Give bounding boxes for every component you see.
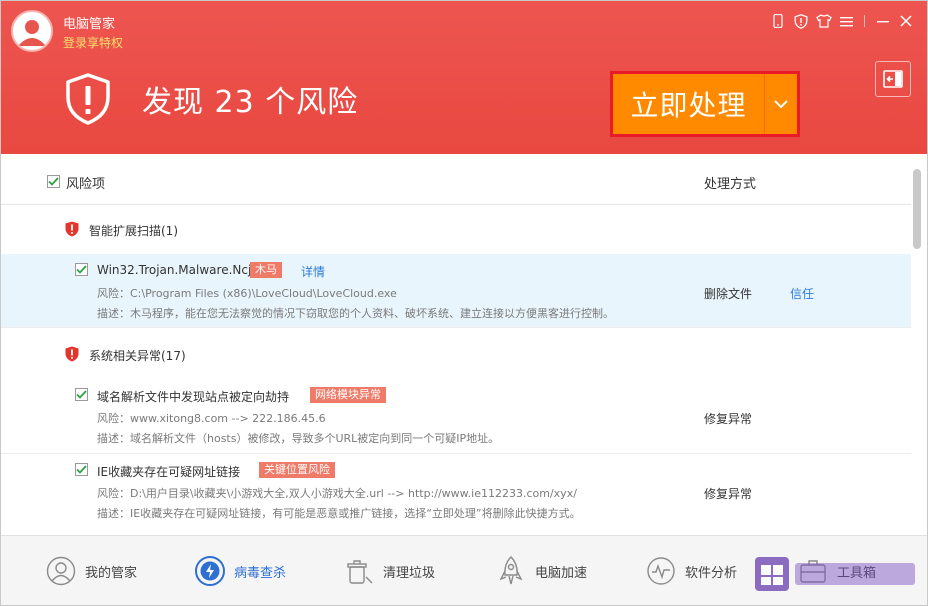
action-delete-file[interactable]: 删除文件 — [704, 285, 752, 302]
app-window: 电脑管家 登录享特权 — [0, 0, 928, 606]
nav-cleanup[interactable]: 清理垃圾 — [343, 553, 435, 589]
nav-label: 病毒查杀 — [234, 562, 286, 581]
close-icon[interactable] — [894, 11, 917, 31]
action-fix-anomaly[interactable]: 修复异常 — [704, 485, 752, 502]
phone-icon[interactable] — [766, 11, 789, 31]
minimize-icon[interactable] — [871, 11, 894, 31]
nav-my-manager[interactable]: 我的管家 — [45, 553, 137, 589]
details-link[interactable]: 详情 — [301, 263, 325, 280]
item-checkbox[interactable] — [75, 388, 88, 401]
risk-tag: 木马 — [250, 262, 282, 278]
nav-virus-scan[interactable]: 病毒查杀 — [194, 553, 286, 589]
skin-icon[interactable] — [812, 11, 835, 31]
nav-label: 电脑加速 — [535, 562, 587, 581]
title-separator — [864, 15, 865, 27]
list-header: 风险项 处理方式 — [1, 154, 911, 205]
shield-icon[interactable] — [789, 11, 812, 31]
toolbox-icon — [797, 555, 829, 587]
process-now-button[interactable]: 立即处理 — [610, 71, 800, 137]
analysis-icon — [645, 555, 677, 587]
cleanup-icon — [343, 555, 375, 587]
avatar[interactable] — [11, 10, 53, 52]
risk-tag: 关键位置风险 — [259, 462, 335, 478]
item-name: IE收藏夹存在可疑网址链接 — [97, 463, 240, 480]
item-description: 描述：木马程序，能在您无法察觉的情况下窃取您的个人资料、破坏系统、建立连接以方便… — [97, 305, 614, 321]
nav-speedup[interactable]: 电脑加速 — [495, 553, 587, 589]
nav-software-analysis[interactable]: 软件分析 — [645, 553, 737, 589]
exit-panel-icon[interactable] — [875, 61, 911, 97]
nav-label: 软件分析 — [685, 562, 737, 581]
user-icon — [45, 555, 77, 587]
warning-shield-icon — [65, 73, 111, 125]
nav-label: 清理垃圾 — [383, 562, 435, 581]
action-fix-anomaly[interactable]: 修复异常 — [704, 410, 752, 427]
list-item-ie-favorites[interactable]: IE收藏夹存在可疑网址链接 关键位置风险 风险：D:\用户目录\收藏夹\小游戏大… — [1, 454, 911, 529]
chevron-down-icon[interactable] — [765, 74, 797, 134]
item-name: 域名解析文件中发现站点被定向劫持 — [97, 388, 289, 405]
item-risk-path: 风险：D:\用户目录\收藏夹\小游戏大全,双人小游戏大全.url --> htt… — [97, 485, 577, 501]
login-link[interactable]: 登录享特权 — [63, 34, 123, 51]
risk-shield-icon — [65, 346, 79, 362]
item-risk-path: 风险：www.xitong8.com --> 222.186.45.6 — [97, 410, 326, 426]
process-now-label[interactable]: 立即处理 — [613, 74, 764, 134]
list-item-hosts-hijack[interactable]: 域名解析文件中发现站点被定向劫持 网络模块异常 风险：www.xitong8.c… — [1, 379, 911, 454]
nav-label: 工具箱 — [837, 562, 876, 581]
group-title-system-anomaly: 系统相关异常(17) — [89, 347, 186, 364]
group-title-extension-scan: 智能扩展扫描(1) — [89, 222, 178, 239]
item-description: 描述：IE收藏夹存在可疑网址链接，有可能是恶意或推广链接，选择“立即处理”将删除… — [97, 505, 581, 521]
select-all-checkbox[interactable] — [47, 175, 60, 188]
rocket-icon — [495, 555, 527, 587]
risk-tag: 网络模块异常 — [310, 387, 386, 403]
app-name: 电脑管家 — [63, 13, 115, 32]
bottom-nav: 我的管家 病毒查杀 清理垃圾 电脑加速 软件分析 — [1, 535, 928, 606]
virus-scan-icon — [194, 555, 226, 587]
item-checkbox[interactable] — [75, 463, 88, 476]
item-risk-path: 风险：C:\Program Files (x86)\LoveCloud\Love… — [97, 285, 397, 301]
item-checkbox[interactable] — [75, 263, 88, 276]
header: 电脑管家 登录享特权 — [1, 1, 928, 154]
nav-toolbox[interactable]: 工具箱 — [797, 553, 876, 589]
trust-link[interactable]: 信任 — [790, 285, 814, 302]
scrollbar-thumb[interactable] — [913, 169, 921, 249]
menu-icon[interactable] — [835, 11, 858, 31]
window-controls — [766, 11, 917, 31]
list-item-trojan[interactable]: Win32.Trojan.Malware.Ncja 木马 详情 风险：C:\Pr… — [1, 254, 911, 328]
item-name: Win32.Trojan.Malware.Ncja — [97, 263, 259, 277]
page-title: 发现 23 个风险 — [142, 77, 358, 121]
nav-label: 我的管家 — [85, 562, 137, 581]
item-description: 描述：域名解析文件（hosts）被修改，导致多个URL被定向到同一个可疑IP地址… — [97, 430, 499, 446]
column-action-header: 处理方式 — [704, 173, 756, 192]
risk-shield-icon — [65, 221, 79, 237]
column-risk-header: 风险项 — [66, 173, 105, 192]
